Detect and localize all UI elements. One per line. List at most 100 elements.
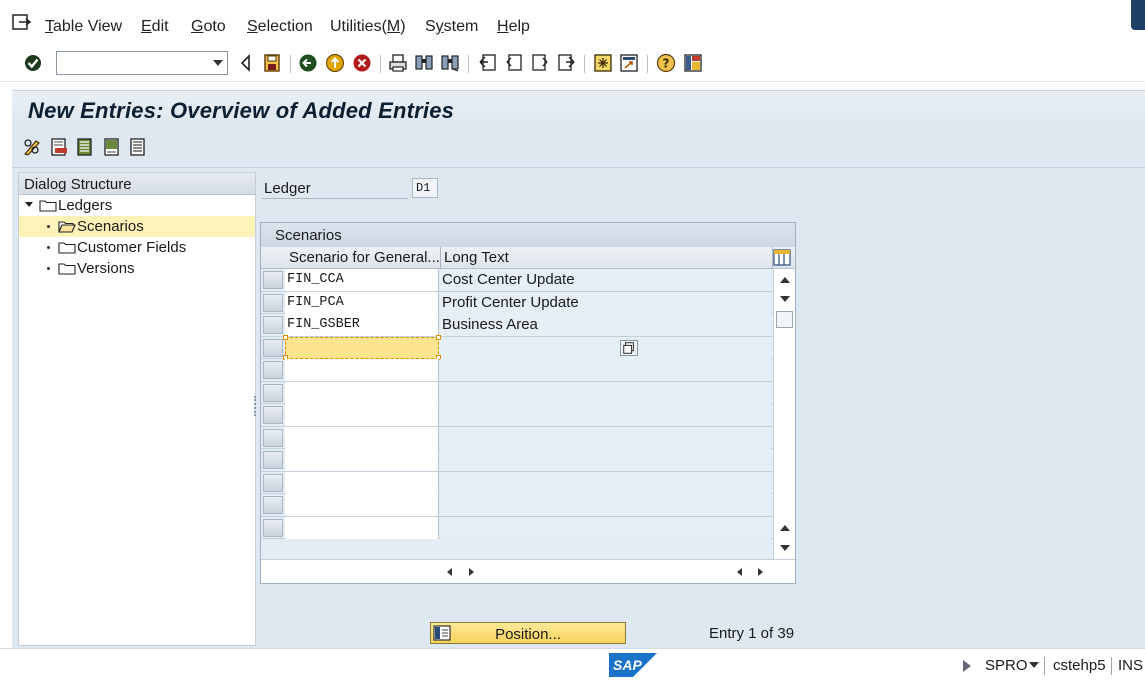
scroll-right-icon[interactable] xyxy=(758,568,763,576)
column-settings-icon[interactable] xyxy=(773,249,791,266)
row-selector[interactable] xyxy=(263,473,283,492)
row-selector[interactable] xyxy=(263,383,283,402)
tree-node-ledgers[interactable]: Ledgers xyxy=(19,195,255,216)
menu-help[interactable]: Help xyxy=(497,18,530,36)
column-divider[interactable] xyxy=(440,247,441,269)
status-expand-icon[interactable] xyxy=(963,660,971,672)
row-selector[interactable] xyxy=(263,271,283,289)
row-selector[interactable] xyxy=(263,361,283,379)
cell-long-text[interactable] xyxy=(440,381,771,404)
cell-long-text[interactable]: Profit Center Update xyxy=(440,291,771,314)
shortcut-icon[interactable] xyxy=(619,53,639,73)
select-block-icon[interactable] xyxy=(102,137,122,157)
f4-help-icon[interactable] xyxy=(620,339,638,356)
back-icon[interactable] xyxy=(236,53,256,73)
scrollbar-thumb[interactable] xyxy=(776,311,793,328)
scroll-up-icon[interactable] xyxy=(780,277,790,283)
table-row[interactable] xyxy=(261,494,773,517)
table-row[interactable] xyxy=(261,404,773,427)
delete-row-icon[interactable] xyxy=(49,137,69,157)
table-row[interactable]: FIN_CCA Cost Center Update xyxy=(261,269,773,292)
cell-long-text[interactable] xyxy=(440,404,771,426)
menu-table-view[interactable]: Table View xyxy=(45,18,122,36)
table-row[interactable]: FIN_GSBER Business Area xyxy=(261,314,773,337)
cell-scenario[interactable] xyxy=(285,359,439,381)
cell-scenario-input[interactable] xyxy=(285,336,439,359)
table-row[interactable] xyxy=(261,426,773,449)
chevron-down-icon[interactable] xyxy=(1029,662,1039,668)
green-back-icon[interactable] xyxy=(298,53,318,73)
cell-scenario[interactable]: FIN_CCA xyxy=(285,269,439,291)
scroll-up-icon[interactable] xyxy=(780,525,790,531)
row-selector[interactable] xyxy=(263,518,283,537)
table-row[interactable] xyxy=(261,449,773,472)
column-header-long-text[interactable]: Long Text xyxy=(444,249,744,266)
menu-edit[interactable]: Edit xyxy=(141,18,169,36)
cell-long-text[interactable] xyxy=(440,494,771,516)
vertical-scrollbar[interactable] xyxy=(773,269,795,559)
cell-scenario[interactable] xyxy=(285,516,439,539)
tree-node-versions[interactable]: Versions xyxy=(19,258,255,279)
row-selector[interactable] xyxy=(263,496,283,514)
scroll-down-icon[interactable] xyxy=(780,545,790,551)
row-selector[interactable] xyxy=(263,316,283,334)
print-icon[interactable] xyxy=(388,53,408,73)
row-selector[interactable] xyxy=(263,451,283,469)
row-selector[interactable] xyxy=(263,406,283,424)
cell-long-text[interactable] xyxy=(440,426,771,449)
cell-long-text[interactable] xyxy=(440,336,771,359)
first-page-icon[interactable] xyxy=(478,53,498,73)
next-page-icon[interactable] xyxy=(530,53,550,73)
cell-scenario[interactable] xyxy=(285,426,439,449)
help-icon[interactable]: ? xyxy=(656,53,676,73)
table-row-active[interactable] xyxy=(261,334,773,360)
cell-long-text[interactable]: Business Area xyxy=(440,314,771,336)
scroll-left-icon[interactable] xyxy=(737,568,742,576)
table-row[interactable] xyxy=(261,516,773,539)
find-next-icon[interactable] xyxy=(440,53,460,73)
last-page-icon[interactable] xyxy=(556,53,576,73)
exit-yellow-icon[interactable] xyxy=(325,53,345,73)
horizontal-scrollbar[interactable] xyxy=(261,559,795,583)
scroll-right-icon[interactable] xyxy=(469,568,474,576)
cell-scenario[interactable] xyxy=(285,404,439,426)
cell-long-text[interactable] xyxy=(440,449,771,471)
position-button[interactable]: Position... xyxy=(430,622,626,644)
splitter-handle[interactable] xyxy=(254,396,256,416)
find-icon[interactable] xyxy=(414,53,434,73)
create-session-icon[interactable] xyxy=(593,53,613,73)
command-field[interactable] xyxy=(56,51,228,75)
tree-node-customer-fields[interactable]: Customer Fields xyxy=(19,237,255,258)
column-header-scenario[interactable]: Scenario for General... xyxy=(289,249,439,266)
previous-page-icon[interactable] xyxy=(504,53,524,73)
chevron-down-icon[interactable] xyxy=(213,60,223,66)
save-icon[interactable] xyxy=(262,53,282,73)
menu-system[interactable]: System xyxy=(425,18,478,36)
exit-icon[interactable] xyxy=(12,14,32,32)
deselect-all-icon[interactable] xyxy=(128,137,148,157)
select-all-icon[interactable] xyxy=(75,137,95,157)
tree-node-scenarios[interactable]: Scenarios xyxy=(19,216,255,237)
table-row[interactable] xyxy=(261,359,773,382)
cell-long-text[interactable] xyxy=(440,471,771,494)
menu-utilities[interactable]: Utilities(M) xyxy=(330,18,406,36)
cancel-icon[interactable] xyxy=(352,53,372,73)
status-transaction[interactable]: SPRO xyxy=(985,657,1028,674)
pencil-glasses-icon[interactable] xyxy=(22,137,42,157)
status-insert-mode[interactable]: INS xyxy=(1118,657,1143,674)
table-row[interactable] xyxy=(261,471,773,494)
scroll-down-icon[interactable] xyxy=(780,296,790,302)
command-input[interactable] xyxy=(57,52,205,74)
table-row[interactable] xyxy=(261,381,773,404)
scroll-left-icon[interactable] xyxy=(447,568,452,576)
enter-check-icon[interactable] xyxy=(23,53,43,73)
cell-long-text[interactable] xyxy=(440,516,771,539)
layout-icon[interactable] xyxy=(683,53,703,73)
cell-long-text[interactable]: Cost Center Update xyxy=(440,269,771,291)
cell-long-text[interactable] xyxy=(440,359,771,381)
cell-scenario[interactable]: FIN_PCA xyxy=(285,291,439,314)
menu-goto[interactable]: Goto xyxy=(191,18,226,36)
cell-scenario[interactable] xyxy=(285,381,439,404)
row-selector[interactable] xyxy=(263,338,283,357)
cell-scenario[interactable]: FIN_GSBER xyxy=(285,314,439,336)
